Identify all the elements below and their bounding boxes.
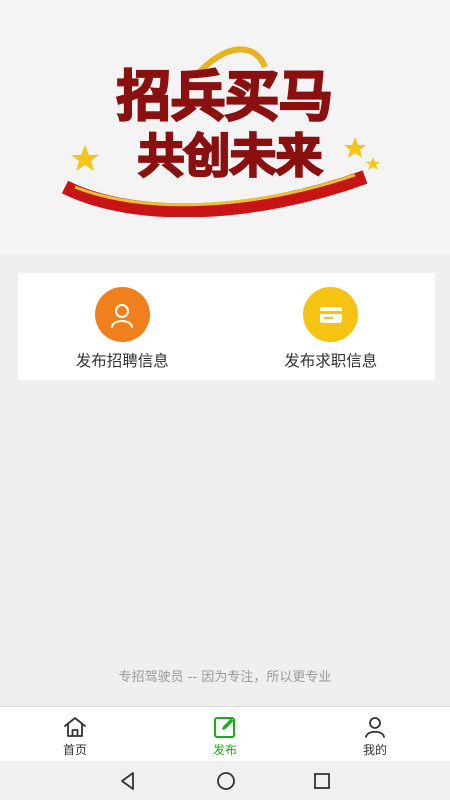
tab-home[interactable]: 首页: [0, 707, 150, 761]
publish-job-seeking-label: 发布求职信息: [284, 352, 378, 370]
tab-home-label: 首页: [62, 743, 87, 757]
card-icon: [303, 287, 359, 342]
system-navigation-bar: [0, 761, 450, 800]
tab-mine-label: 我的: [362, 743, 387, 757]
person-icon: [365, 717, 385, 738]
banner-title-line2: 共创未来: [138, 129, 322, 183]
tab-mine[interactable]: 我的: [300, 707, 450, 761]
footer-slogan: 专招驾驶员 -- 因为专注，所以更专业: [118, 670, 332, 685]
home-icon: [64, 717, 86, 737]
tab-publish[interactable]: 发布: [150, 707, 300, 761]
tab-publish-label: 发布: [212, 743, 237, 757]
publish-recruitment-label: 发布招聘信息: [75, 352, 169, 370]
banner-logo: 招兵买马 共创未来: [61, 46, 380, 217]
publish-actions-card: 发布招聘信息 发布求职信息: [18, 273, 435, 380]
user-icon: [94, 287, 150, 342]
publish-recruitment-button[interactable]: 发布招聘信息: [18, 273, 227, 380]
bottom-tab-bar: 首页 发布 我的: [0, 706, 450, 761]
back-icon[interactable]: [118, 771, 138, 791]
edit-icon: [214, 717, 235, 738]
home-circle-icon[interactable]: [216, 771, 236, 791]
banner-title-line1: 招兵买马: [117, 64, 333, 128]
publish-job-seeking-button[interactable]: 发布求职信息: [227, 273, 436, 380]
banner: 招兵买马 共创未来: [0, 0, 450, 254]
recents-icon[interactable]: [312, 771, 332, 791]
